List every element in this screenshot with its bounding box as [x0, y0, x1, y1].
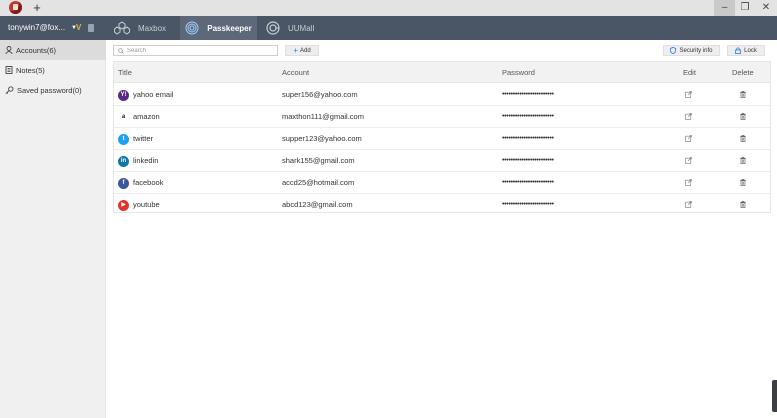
- cell-password: ••••••••••••••••••••••••: [502, 201, 554, 208]
- row-title: twitter: [133, 134, 154, 143]
- amazon-icon: a: [118, 111, 129, 123]
- row-title: facebook: [133, 178, 164, 187]
- table-row[interactable]: t twitter supper123@yahoo.com •••••••••••••…: [114, 128, 770, 150]
- tab-maxbox[interactable]: Maxbox: [114, 16, 174, 40]
- cell-title: in linkedin: [118, 150, 158, 172]
- scrollbar-handle[interactable]: [772, 380, 777, 412]
- cell-account: accd25@hotmail.com: [282, 178, 355, 187]
- title-bar: + – ❐ ✕: [0, 0, 777, 16]
- search-input[interactable]: [127, 46, 267, 55]
- column-header-account: Account: [282, 68, 310, 77]
- row-title: youtube: [133, 200, 160, 209]
- edit-icon[interactable]: [685, 113, 692, 121]
- twitter-icon: t: [118, 133, 129, 145]
- youtube-icon: ▶: [118, 199, 129, 211]
- trash-icon[interactable]: [740, 179, 746, 187]
- add-button-label: Add: [299, 47, 311, 54]
- edit-icon[interactable]: [685, 135, 692, 143]
- cell-account: maxthon111@gmail.com: [282, 112, 364, 121]
- yahoo-email-icon: Y!: [118, 89, 129, 101]
- trash-icon[interactable]: [740, 91, 746, 99]
- search-icon: [118, 47, 124, 54]
- facebook-icon: f: [118, 177, 129, 189]
- security-info-button[interactable]: Security info: [663, 45, 720, 56]
- sidebar-item-label: Accounts(6): [16, 45, 57, 55]
- column-header-password: Password: [502, 68, 535, 77]
- sidebar-item-saved-password[interactable]: Saved password(0): [0, 80, 106, 100]
- table-row[interactable]: f facebook accd25@hotmail.com •••••••••••••…: [114, 172, 770, 194]
- cell-password: ••••••••••••••••••••••••: [502, 91, 554, 98]
- maxbox-icon: [114, 21, 130, 35]
- tab-label: UUMall: [288, 23, 315, 33]
- cell-account: shark155@gmail.com: [282, 156, 355, 165]
- edit-icon[interactable]: [685, 179, 692, 187]
- minimize-button[interactable]: –: [714, 0, 735, 16]
- column-header-edit: Edit: [683, 68, 696, 77]
- table-header: Title Account Password Edit Delete: [114, 62, 770, 83]
- lock-label: Lock: [744, 47, 757, 54]
- linkedin-icon: in: [118, 155, 129, 167]
- user-account-menu[interactable]: tonywin7@fox... ▼: [8, 16, 77, 40]
- row-title: yahoo email: [133, 90, 174, 99]
- lock-button[interactable]: Lock: [727, 45, 765, 56]
- shield-icon: [670, 47, 677, 54]
- app-header: tonywin7@fox... ▼ V Maxbox Passkeeper UUM…: [0, 16, 777, 40]
- cell-title: ▶ youtube: [118, 194, 160, 216]
- sidebar-item-notes[interactable]: Notes(5): [0, 60, 106, 80]
- app-logo-icon[interactable]: [9, 1, 22, 14]
- edit-icon[interactable]: [685, 91, 692, 99]
- table-row[interactable]: in linkedin shark155@gmail.com ••••••••••••…: [114, 150, 770, 172]
- notes-icon: [5, 66, 13, 74]
- cell-account: abcd123@gmail.com: [282, 200, 353, 209]
- accounts-table: Title Account Password Edit Delete Y! yah…: [113, 61, 771, 213]
- cell-account: super156@yahoo.com: [282, 90, 358, 99]
- security-info-label: Security info: [679, 47, 713, 54]
- trash-icon[interactable]: [740, 135, 746, 143]
- cell-title: a amazon: [118, 106, 160, 128]
- search-box[interactable]: [113, 45, 278, 56]
- trash-icon[interactable]: [740, 113, 746, 121]
- row-title: linkedin: [133, 156, 159, 165]
- cell-password: ••••••••••••••••••••••••: [502, 157, 554, 164]
- sidebar-item-label: Saved password(0): [17, 85, 82, 95]
- cell-password: ••••••••••••••••••••••••: [502, 113, 554, 120]
- edit-icon[interactable]: [685, 157, 692, 165]
- cell-account: supper123@yahoo.com: [282, 134, 362, 143]
- column-header-delete: Delete: [732, 68, 754, 77]
- key-icon: [5, 86, 14, 94]
- cell-title: t twitter: [118, 128, 153, 150]
- tab-uumall[interactable]: UUMall: [266, 16, 336, 40]
- username: tonywin7@fox...: [8, 23, 66, 32]
- edit-icon[interactable]: [685, 201, 692, 209]
- cell-title: f facebook: [118, 172, 163, 194]
- trash-icon[interactable]: [740, 157, 746, 165]
- plus-icon: +: [293, 45, 298, 55]
- tab-passkeeper[interactable]: Passkeeper: [180, 16, 257, 40]
- sidebar-item-accounts[interactable]: Accounts(6): [0, 40, 106, 60]
- add-button[interactable]: + Add: [285, 45, 319, 56]
- column-header-title: Title: [118, 68, 132, 77]
- lock-icon: [735, 47, 741, 54]
- close-button[interactable]: ✕: [755, 0, 777, 16]
- user-icon: [5, 46, 13, 54]
- new-tab-button[interactable]: +: [31, 0, 43, 16]
- trash-icon[interactable]: [740, 201, 746, 209]
- table-row[interactable]: a amazon maxthon111@gmail.com •••••••••••••…: [114, 106, 770, 128]
- cell-password: ••••••••••••••••••••••••: [502, 135, 554, 142]
- notification-icon[interactable]: [88, 24, 94, 32]
- tab-label: Passkeeper: [207, 23, 252, 33]
- cell-password: ••••••••••••••••••••••••: [502, 179, 554, 186]
- row-title: amazon: [133, 112, 160, 121]
- sidebar: Accounts(6) Notes(5) Saved password(0): [0, 40, 106, 418]
- fingerprint-icon: [185, 21, 199, 35]
- vip-icon[interactable]: V: [76, 24, 83, 32]
- tab-label: Maxbox: [138, 23, 167, 33]
- maximize-button[interactable]: ❐: [735, 0, 755, 16]
- uumall-icon: [266, 21, 280, 35]
- table-row[interactable]: Y! yahoo email super156@yahoo.com •••••••••…: [114, 84, 770, 106]
- cell-title: Y! yahoo email: [118, 84, 173, 106]
- sidebar-item-label: Notes(5): [16, 65, 45, 75]
- table-row[interactable]: ▶ youtube abcd123@gmail.com •••••••••••••••…: [114, 194, 770, 216]
